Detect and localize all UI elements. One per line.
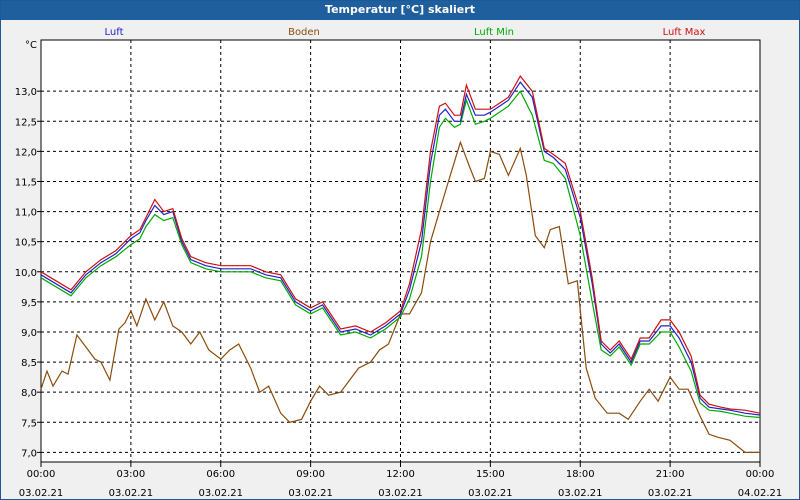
x-tick-time-label: 00:00 (746, 469, 775, 480)
legend-entry: Boden (288, 27, 320, 38)
x-tick-date-label: 03.02.21 (109, 488, 154, 499)
y-tick-label: 7,5 (21, 418, 37, 429)
legend-entry: Luft Min (474, 27, 514, 38)
y-tick-label: 11,0 (15, 208, 37, 219)
x-tick-time-label: 15:00 (476, 469, 505, 480)
x-tick-time-label: 03:00 (116, 469, 145, 480)
x-tick-date-label: 03.02.21 (378, 488, 423, 499)
y-tick-label: 9,5 (21, 298, 37, 309)
x-tick-time-label: 12:00 (386, 469, 415, 480)
y-tick-label: 12,0 (15, 147, 37, 158)
chart-window: Temperatur [°C] skaliert 13,0 12,5 12,0 11,… (0, 0, 800, 500)
y-tick-label: 13,0 (15, 87, 37, 98)
chart-title: Temperatur [°C] skaliert (1, 1, 799, 20)
x-tick-time-label: 00:00 (27, 469, 56, 480)
x-tick-time-label: 21:00 (656, 469, 685, 480)
y-tick-label: 10,5 (15, 238, 37, 249)
x-tick-time-label: 06:00 (206, 469, 235, 480)
y-tick-label: 12,5 (15, 117, 37, 128)
y-tick-label: 9,0 (21, 328, 37, 339)
y-tick-label: 11,5 (15, 177, 37, 188)
x-tick-time-label: 09:00 (296, 469, 325, 480)
y-tick-label: 8,5 (21, 358, 37, 369)
x-tick-date-label: 04.02.21 (738, 488, 783, 499)
x-tick-date-label: 03.02.21 (648, 488, 693, 499)
y-axis-label: °C (25, 40, 37, 51)
x-tick-date-label: 03.02.21 (468, 488, 513, 499)
x-tick-time-label: 18:00 (566, 469, 595, 480)
legend-entry: Luft (105, 27, 124, 38)
y-tick-label: 7,0 (21, 448, 37, 459)
y-tick-label: 10,0 (15, 268, 37, 279)
x-tick-date-label: 03.02.21 (558, 488, 603, 499)
temperature-chart[interactable]: 13,0 12,5 12,0 11,5 11,0 10,5 10,0 9,5 9,0 8,5 8,0… (1, 20, 799, 499)
y-tick-label: 8,0 (21, 388, 37, 399)
legend-entry: Luft Max (663, 27, 706, 38)
x-tick-date-label: 03.02.21 (288, 488, 333, 499)
x-tick-date-label: 03.02.21 (198, 488, 243, 499)
x-tick-date-label: 03.02.21 (19, 488, 64, 499)
